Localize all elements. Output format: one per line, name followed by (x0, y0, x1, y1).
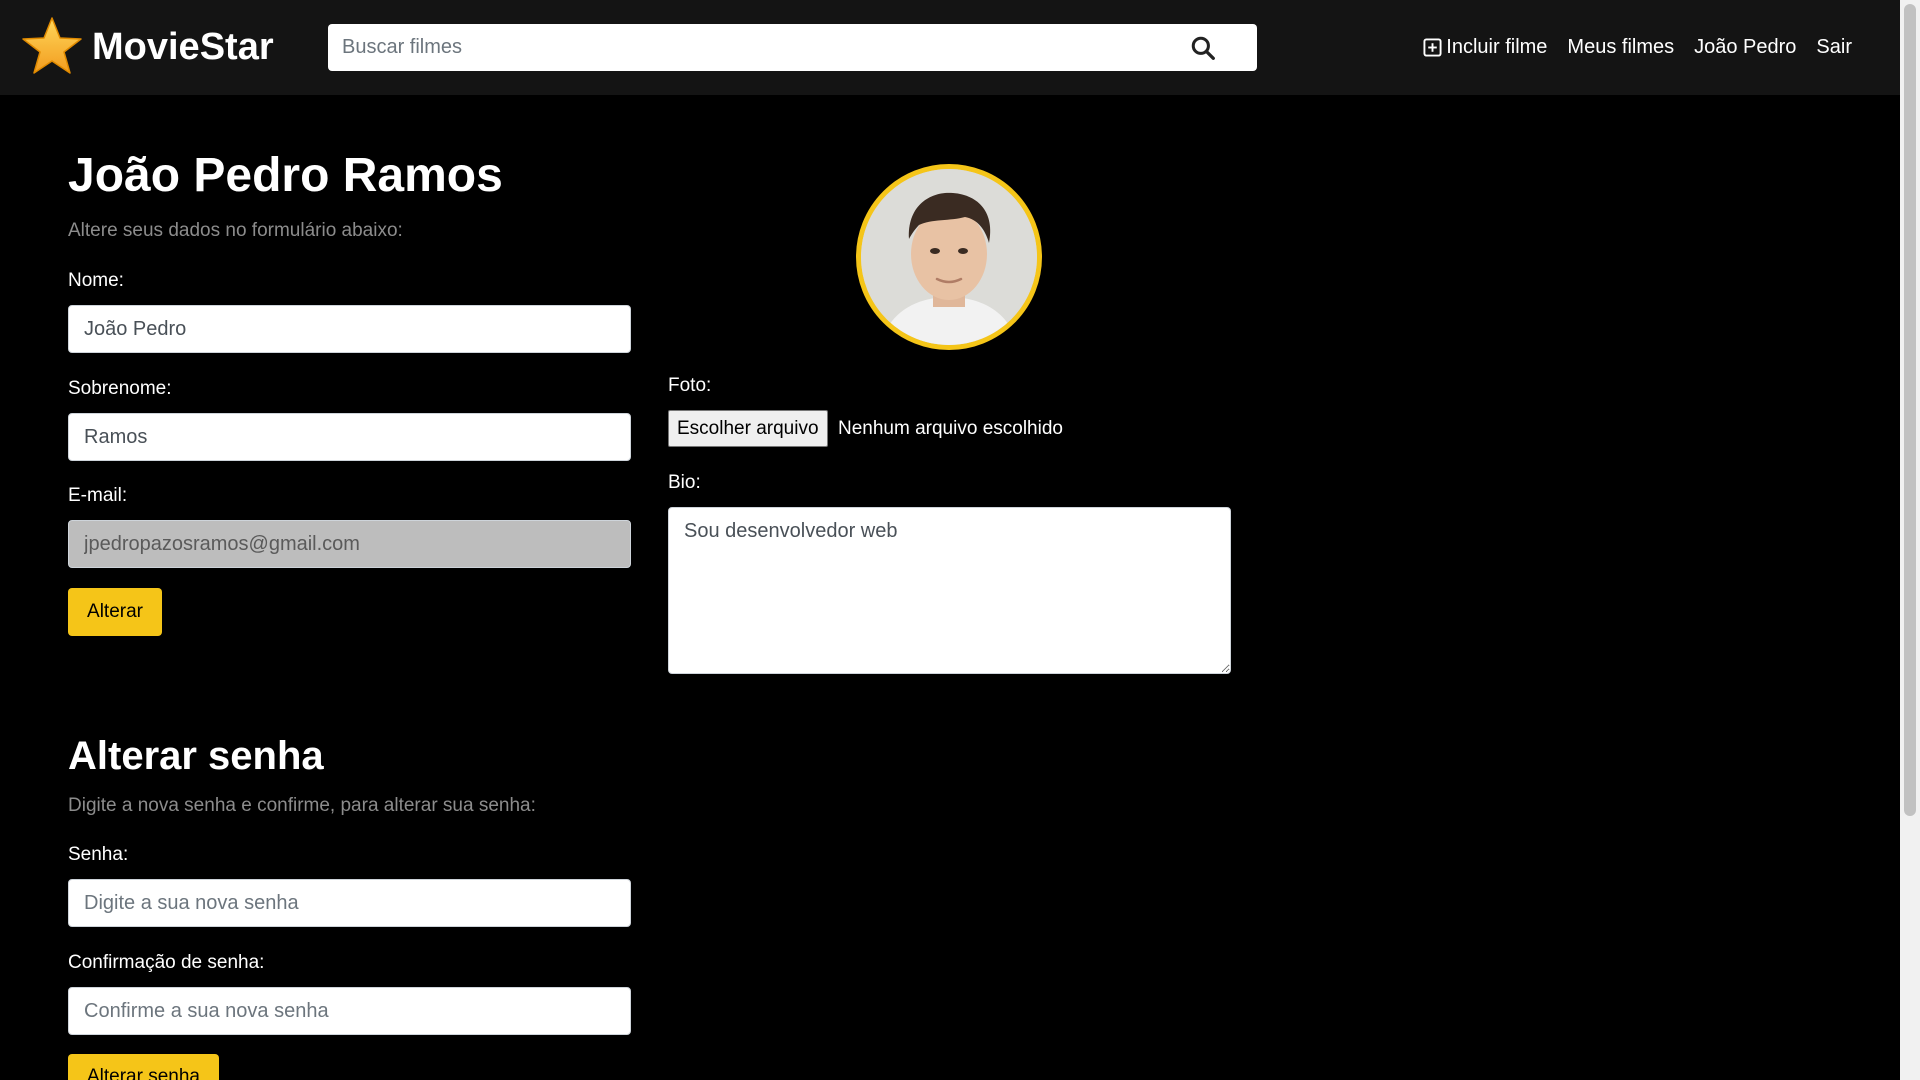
page-title: João Pedro Ramos (68, 149, 503, 202)
search-icon[interactable] (1190, 35, 1216, 61)
password-label: Senha: (68, 844, 129, 865)
file-status: Nenhum arquivo escolhido (838, 418, 1063, 439)
password-section-subtitle: Digite a nova senha e confirme, para alt… (68, 795, 536, 816)
name-label: Nome: (68, 270, 124, 291)
photo-label: Foto: (668, 375, 712, 396)
lastname-label: Sobrenome: (68, 378, 172, 399)
brand-name: MovieStar (92, 25, 274, 68)
nav-user-profile[interactable]: João Pedro (1694, 36, 1796, 59)
brand-logo[interactable]: MovieStar (20, 15, 274, 79)
search-box (328, 24, 1257, 71)
email-label: E-mail: (68, 485, 128, 506)
nav-add-movie-label: Incluir filme (1446, 36, 1548, 58)
lastname-field[interactable] (68, 413, 631, 461)
name-field[interactable] (68, 305, 631, 353)
password-section-title: Alterar senha (68, 734, 324, 778)
profile-photo (861, 169, 1037, 345)
new-password-field[interactable] (68, 879, 631, 927)
nav-add-movie[interactable]: Incluir filme (1423, 36, 1547, 59)
page-scrollbar[interactable] (1900, 0, 1920, 1080)
bio-textarea[interactable]: Sou desenvolvedor web (668, 507, 1231, 674)
choose-file-button[interactable]: Escolher arquivo (668, 410, 828, 447)
nav-logout[interactable]: Sair (1816, 36, 1852, 59)
confirm-password-field[interactable] (68, 987, 631, 1035)
top-navbar: MovieStar Incluir filme Meus filmes João… (0, 0, 1900, 95)
bio-label: Bio: (668, 472, 701, 493)
email-field (68, 520, 631, 568)
scrollbar-thumb[interactable] (1904, 4, 1916, 816)
plus-square-icon (1423, 38, 1442, 57)
avatar (856, 164, 1042, 350)
change-password-button[interactable]: Alterar senha (68, 1054, 219, 1080)
nav-links: Incluir filme Meus filmes João Pedro Sai… (1403, 36, 1852, 59)
search-input[interactable] (342, 24, 1162, 71)
save-profile-button[interactable]: Alterar (68, 588, 162, 636)
star-logo-icon (22, 17, 82, 74)
page-subtitle: Altere seus dados no formulário abaixo: (68, 220, 403, 241)
confirm-password-label: Confirmação de senha: (68, 952, 265, 973)
nav-my-movies[interactable]: Meus filmes (1567, 36, 1674, 59)
